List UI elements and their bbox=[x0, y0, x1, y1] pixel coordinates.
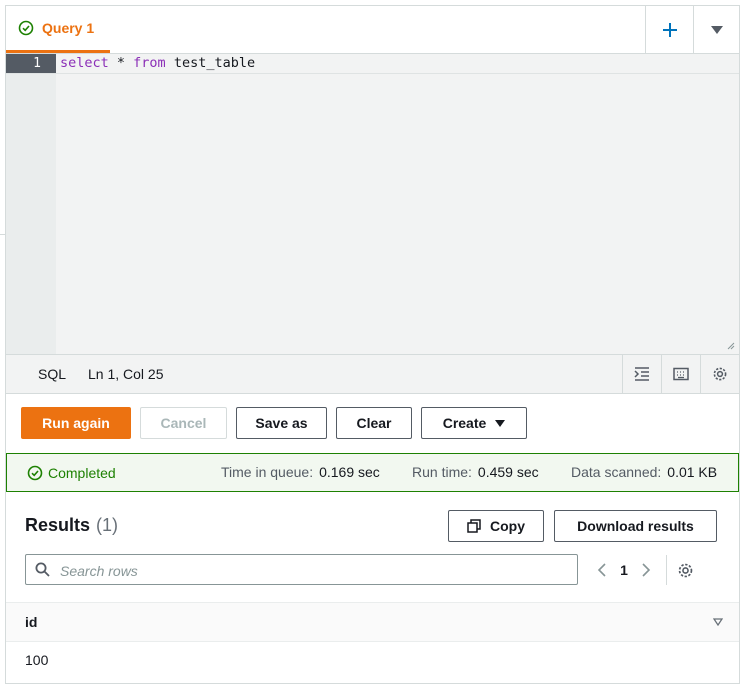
chevron-left-icon[interactable] bbox=[596, 562, 608, 578]
language-label: SQL bbox=[38, 366, 67, 382]
cancel-button[interactable]: Cancel bbox=[140, 407, 227, 439]
editor-tools bbox=[622, 355, 739, 393]
create-label: Create bbox=[442, 415, 487, 431]
format-button[interactable] bbox=[622, 355, 661, 393]
caret-down-icon bbox=[495, 419, 506, 427]
sort-caret-icon[interactable] bbox=[713, 618, 723, 626]
status-text: Completed bbox=[48, 464, 116, 481]
keyword-select: select bbox=[60, 55, 109, 71]
search-rows bbox=[25, 554, 578, 585]
shortcuts-button[interactable] bbox=[661, 355, 700, 393]
results-heading: Results (1) bbox=[25, 515, 118, 536]
data-scanned: Data scanned: 0.01 KB bbox=[571, 454, 717, 491]
copy-label: Copy bbox=[490, 518, 525, 534]
tab-menu-button[interactable] bbox=[693, 6, 739, 53]
gear-icon bbox=[713, 367, 727, 381]
time-in-queue-value: 0.169 sec bbox=[319, 464, 380, 480]
data-scanned-value: 0.01 KB bbox=[667, 464, 718, 480]
resize-grip-icon[interactable] bbox=[725, 340, 735, 350]
status-indicator: Completed bbox=[27, 454, 116, 491]
code-table: test_table bbox=[165, 55, 256, 71]
download-results-button[interactable]: Download results bbox=[554, 510, 717, 542]
format-indent-icon bbox=[634, 367, 649, 381]
query-tab-bar: Query 1 bbox=[6, 6, 739, 54]
create-dropdown-button[interactable]: Create bbox=[421, 407, 527, 439]
add-tab-button[interactable] bbox=[645, 6, 693, 53]
code-line[interactable]: select * from test_table bbox=[60, 54, 255, 73]
keyword-from: from bbox=[133, 55, 166, 71]
run-time: Run time: 0.459 sec bbox=[412, 454, 539, 491]
query-actions: Run again Cancel Save as Clear Create bbox=[21, 407, 527, 439]
run-time-value: 0.459 sec bbox=[477, 464, 539, 480]
table-cell: 100 bbox=[25, 652, 49, 668]
tab-tools bbox=[645, 6, 739, 53]
tab-label: Query 1 bbox=[42, 20, 95, 36]
line-gutter bbox=[6, 54, 56, 354]
current-page[interactable]: 1 bbox=[608, 562, 640, 578]
clear-button[interactable]: Clear bbox=[336, 407, 412, 439]
search-input[interactable] bbox=[58, 557, 572, 584]
editor-settings-button[interactable] bbox=[700, 355, 739, 393]
results-title: Results bbox=[25, 515, 91, 535]
editor-status-bar: SQL Ln 1, Col 25 bbox=[6, 354, 739, 394]
chevron-right-icon[interactable] bbox=[640, 562, 652, 578]
run-again-button[interactable]: Run again bbox=[21, 407, 131, 439]
check-circle-icon bbox=[27, 465, 43, 480]
tab-query-1[interactable]: Query 1 bbox=[6, 6, 110, 53]
column-header-id[interactable]: id bbox=[25, 603, 37, 641]
run-time-label: Run time: bbox=[412, 464, 472, 480]
check-circle-icon bbox=[18, 20, 34, 36]
copy-icon bbox=[467, 519, 481, 533]
caret-down-icon bbox=[710, 25, 723, 34]
keyboard-icon bbox=[673, 367, 689, 381]
cursor-position: Ln 1, Col 25 bbox=[88, 366, 164, 382]
time-in-queue: Time in queue: 0.169 sec bbox=[221, 454, 380, 491]
pagination: 1 bbox=[596, 555, 694, 585]
pager-divider bbox=[666, 555, 667, 585]
copy-button[interactable]: Copy bbox=[448, 510, 544, 542]
gear-icon[interactable] bbox=[677, 562, 694, 579]
code-star: * bbox=[108, 55, 134, 71]
data-scanned-label: Data scanned: bbox=[571, 464, 662, 480]
plus-icon bbox=[662, 22, 677, 37]
line-number: 1 bbox=[6, 54, 56, 73]
save-as-button[interactable]: Save as bbox=[236, 407, 327, 439]
results-count: (1) bbox=[96, 515, 119, 535]
search-icon bbox=[35, 562, 50, 577]
query-editor-panel: Query 1 1 select * from test_table SQL L… bbox=[5, 5, 740, 684]
time-in-queue-label: Time in queue: bbox=[221, 464, 314, 480]
results-table-header: id bbox=[6, 602, 739, 642]
query-status-banner: Completed Time in queue: 0.169 sec Run ti… bbox=[6, 453, 739, 492]
sql-editor[interactable]: 1 select * from test_table bbox=[6, 54, 739, 354]
